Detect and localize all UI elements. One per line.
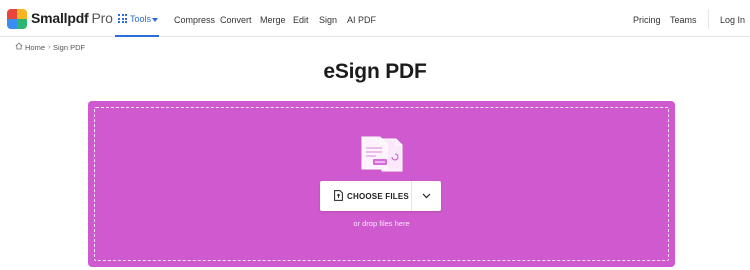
more-upload-options-button[interactable] bbox=[412, 181, 441, 211]
nav-link-convert[interactable]: Convert bbox=[220, 15, 252, 25]
home-icon bbox=[15, 42, 23, 50]
tools-menu-button[interactable]: Tools bbox=[115, 0, 159, 37]
nav-link-compress[interactable]: Compress bbox=[174, 15, 215, 25]
top-navigation: Smallpdf Pro Tools Compress Convert Merge… bbox=[0, 0, 750, 37]
brand-tier: Pro bbox=[91, 10, 113, 26]
tools-label: Tools bbox=[130, 14, 152, 24]
caret-down-icon bbox=[152, 18, 158, 22]
file-upload-icon bbox=[334, 190, 343, 201]
choose-files-label: CHOOSE FILES bbox=[347, 192, 409, 201]
drop-files-hint: or drop files here bbox=[353, 219, 410, 228]
choose-files-button[interactable]: CHOOSE FILES bbox=[320, 181, 411, 211]
nav-link-sign[interactable]: Sign bbox=[319, 15, 337, 25]
breadcrumb-separator: › bbox=[48, 42, 51, 51]
smallpdf-logo-icon[interactable] bbox=[7, 9, 27, 29]
breadcrumb-home[interactable]: Home bbox=[25, 43, 45, 52]
nav-link-pricing[interactable]: Pricing bbox=[633, 15, 661, 25]
choose-files-button-group: CHOOSE FILES bbox=[320, 181, 441, 211]
login-link[interactable]: Log In bbox=[720, 15, 745, 25]
file-dropzone[interactable]: CHOOSE FILES or drop files here bbox=[88, 101, 675, 267]
chevron-down-icon bbox=[422, 193, 431, 199]
nav-link-merge[interactable]: Merge bbox=[260, 15, 286, 25]
nav-divider bbox=[708, 9, 709, 29]
breadcrumb-current[interactable]: Sign PDF bbox=[53, 43, 85, 52]
nav-link-edit[interactable]: Edit bbox=[293, 15, 309, 25]
pdf-documents-icon bbox=[361, 136, 403, 172]
page-title: eSign PDF bbox=[323, 60, 427, 83]
nav-link-teams[interactable]: Teams bbox=[670, 15, 697, 25]
grid-icon bbox=[118, 14, 127, 23]
brand-name[interactable]: Smallpdf Pro bbox=[31, 10, 113, 26]
nav-link-ai-pdf[interactable]: AI PDF bbox=[347, 15, 376, 25]
